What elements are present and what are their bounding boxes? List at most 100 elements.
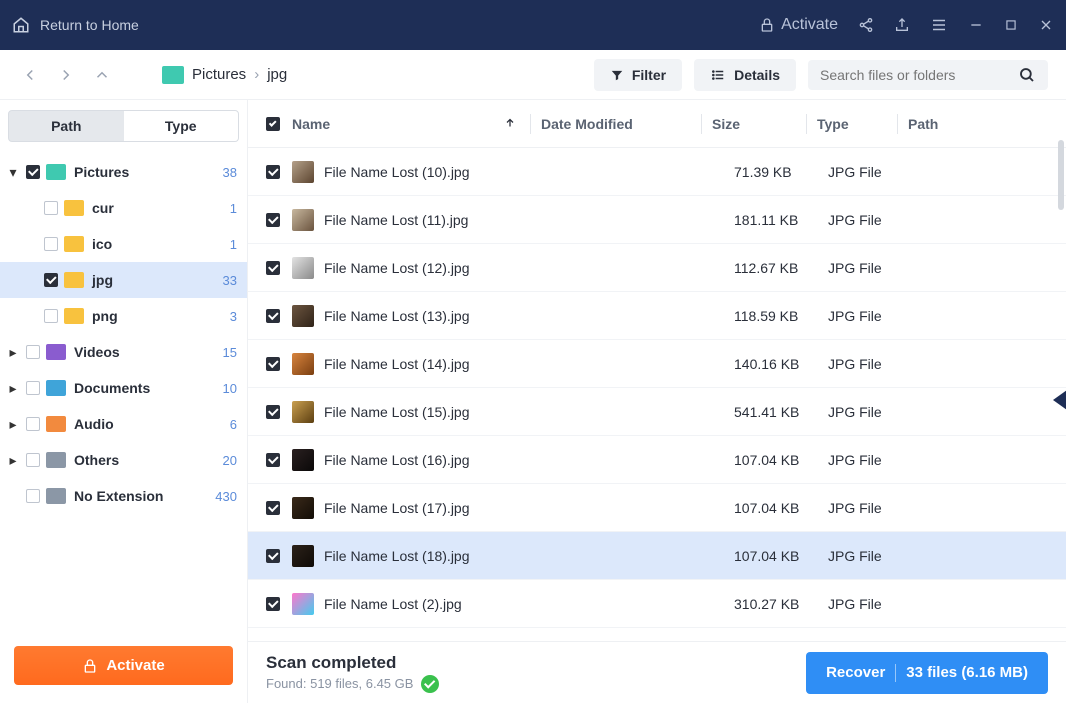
row-checkbox[interactable] [266, 597, 280, 611]
row-checkbox[interactable] [266, 357, 280, 371]
folder-icon [46, 380, 66, 396]
export-button[interactable] [894, 17, 910, 33]
file-name: File Name Lost (11).jpg [324, 212, 574, 228]
file-size: 107.04 KB [734, 452, 828, 468]
caret-right-icon: ▸ [6, 381, 20, 395]
table-row[interactable]: File Name Lost (11).jpg181.11 KBJPG File [248, 196, 1066, 244]
tree-checkbox[interactable] [26, 381, 40, 395]
row-checkbox[interactable] [266, 165, 280, 179]
row-checkbox[interactable] [266, 549, 280, 563]
tree-checkbox[interactable] [26, 165, 40, 179]
maximize-button[interactable] [1004, 18, 1018, 32]
table-row[interactable]: File Name Lost (10).jpg71.39 KBJPG File [248, 148, 1066, 196]
tree-checkbox[interactable] [26, 489, 40, 503]
share-button[interactable] [858, 17, 874, 33]
col-path-header[interactable]: Path [908, 116, 1048, 132]
file-type: JPG File [828, 596, 908, 612]
scrollbar-thumb[interactable] [1058, 140, 1064, 210]
home-button[interactable]: Return to Home [12, 16, 139, 34]
sidebar-item-documents[interactable]: ▸Documents10 [0, 370, 247, 406]
sidebar-item-no-extension[interactable]: No Extension430 [0, 478, 247, 514]
close-button[interactable] [1038, 17, 1054, 33]
row-checkbox[interactable] [266, 309, 280, 323]
chevron-right-icon: › [254, 66, 259, 83]
breadcrumb[interactable]: Pictures › jpg [162, 66, 287, 84]
row-checkbox[interactable] [266, 261, 280, 275]
table-row[interactable]: File Name Lost (16).jpg107.04 KBJPG File [248, 436, 1066, 484]
filter-button[interactable]: Filter [594, 59, 682, 91]
tree-label: Audio [74, 416, 226, 432]
tree-checkbox[interactable] [26, 417, 40, 431]
nav-back-button[interactable] [18, 63, 42, 87]
folder-icon [46, 164, 66, 180]
file-thumbnail [292, 545, 314, 567]
search-icon [1018, 66, 1036, 84]
menu-button[interactable] [930, 16, 948, 34]
file-size: 107.04 KB [734, 548, 828, 564]
file-name: File Name Lost (12).jpg [324, 260, 574, 276]
tree-checkbox[interactable] [26, 453, 40, 467]
caret-none [6, 489, 20, 503]
search-input[interactable] [820, 67, 1018, 83]
activate-header-label: Activate [781, 16, 838, 34]
tree-count: 3 [230, 309, 237, 324]
row-checkbox[interactable] [266, 453, 280, 467]
file-thumbnail [292, 593, 314, 615]
tab-path[interactable]: Path [9, 111, 124, 141]
row-checkbox[interactable] [266, 213, 280, 227]
sidebar-item-videos[interactable]: ▸Videos15 [0, 334, 247, 370]
file-type: JPG File [828, 404, 908, 420]
table-row[interactable]: File Name Lost (2).jpg310.27 KBJPG File [248, 580, 1066, 628]
sidebar-item-jpg[interactable]: jpg33 [0, 262, 247, 298]
col-date-header[interactable]: Date Modified [541, 116, 701, 132]
table-row[interactable]: File Name Lost (17).jpg107.04 KBJPG File [248, 484, 1066, 532]
lock-icon [759, 17, 775, 33]
sidebar-item-pictures[interactable]: ▾Pictures38 [0, 154, 247, 190]
nav-forward-button[interactable] [54, 63, 78, 87]
details-button[interactable]: Details [694, 59, 796, 91]
file-type: JPG File [828, 356, 908, 372]
tree-checkbox[interactable] [44, 309, 58, 323]
tree-checkbox[interactable] [44, 273, 58, 287]
titlebar: Return to Home Activate [0, 0, 1066, 50]
recover-button[interactable]: Recover 33 files (6.16 MB) [806, 652, 1048, 694]
col-size-header[interactable]: Size [712, 116, 806, 132]
filter-icon [610, 68, 624, 82]
tree-checkbox[interactable] [44, 237, 58, 251]
status-title: Scan completed [266, 653, 439, 673]
sidebar: Path Type ▾Pictures38cur1ico1jpg33png3▸V… [0, 100, 248, 703]
breadcrumb-jpg[interactable]: jpg [267, 66, 287, 83]
activate-header-button[interactable]: Activate [759, 16, 838, 34]
sort-indicator[interactable] [504, 116, 516, 132]
tree-label: ico [92, 236, 226, 252]
sidebar-item-ico[interactable]: ico1 [0, 226, 247, 262]
folder-icon [64, 272, 84, 288]
file-name: File Name Lost (18).jpg [324, 548, 574, 564]
tree-label: No Extension [74, 488, 211, 504]
activate-sidebar-button[interactable]: Activate [14, 646, 233, 685]
sidebar-item-others[interactable]: ▸Others20 [0, 442, 247, 478]
col-type-header[interactable]: Type [817, 116, 897, 132]
select-all-checkbox[interactable] [266, 117, 280, 131]
tab-type[interactable]: Type [124, 111, 239, 141]
tree-checkbox[interactable] [26, 345, 40, 359]
table-row[interactable]: File Name Lost (15).jpg541.41 KBJPG File [248, 388, 1066, 436]
breadcrumb-pictures[interactable]: Pictures [192, 66, 246, 83]
row-checkbox[interactable] [266, 405, 280, 419]
nav-up-button[interactable] [90, 63, 114, 87]
tree-label: Others [74, 452, 219, 468]
minimize-button[interactable] [968, 17, 984, 33]
file-thumbnail [292, 449, 314, 471]
sidebar-item-audio[interactable]: ▸Audio6 [0, 406, 247, 442]
sidebar-item-png[interactable]: png3 [0, 298, 247, 334]
table-row[interactable]: File Name Lost (13).jpg118.59 KBJPG File [248, 292, 1066, 340]
tree-checkbox[interactable] [44, 201, 58, 215]
row-checkbox[interactable] [266, 501, 280, 515]
table-row[interactable]: File Name Lost (12).jpg112.67 KBJPG File [248, 244, 1066, 292]
search-box[interactable] [808, 60, 1048, 90]
table-row[interactable]: File Name Lost (14).jpg140.16 KBJPG File [248, 340, 1066, 388]
folder-icon [64, 236, 84, 252]
sidebar-item-cur[interactable]: cur1 [0, 190, 247, 226]
table-row[interactable]: File Name Lost (18).jpg107.04 KBJPG File [248, 532, 1066, 580]
col-name-header[interactable]: Name [292, 116, 504, 132]
